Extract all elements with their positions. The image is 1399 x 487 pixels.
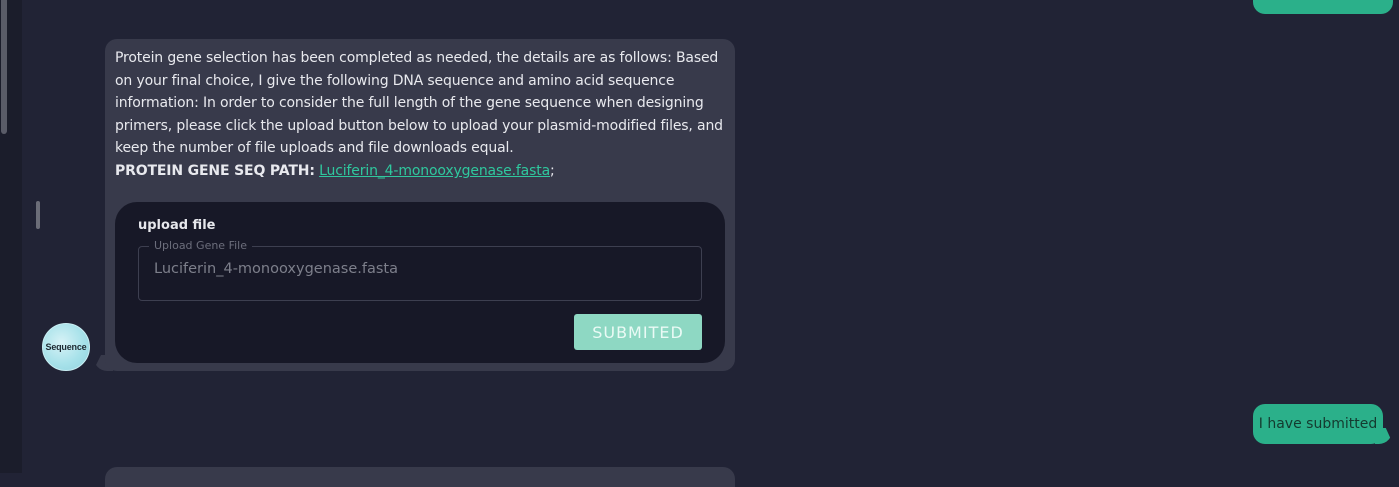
seq-path-suffix: ; xyxy=(550,162,555,179)
next-bot-message-bubble xyxy=(105,467,735,487)
seq-path-download-link[interactable]: Luciferin_4-monooxygenase.fasta xyxy=(319,163,550,179)
bot-message-paragraph: Protein gene selection has been complete… xyxy=(115,50,723,157)
resize-handle[interactable] xyxy=(36,201,40,229)
seq-path-line: PROTEIN GENE SEQ PATH: Luciferin_4-monoo… xyxy=(115,160,727,183)
user-message-text: I have submitted xyxy=(1258,416,1378,432)
previous-user-message-bubble xyxy=(1253,0,1393,14)
submitted-button[interactable]: SUBMITED xyxy=(574,314,702,350)
upload-gene-file-value: Luciferin_4-monooxygenase.fasta xyxy=(154,261,398,277)
left-sidebar-rail xyxy=(0,0,22,473)
upload-card-title: upload file xyxy=(138,218,216,233)
scrollbar-thumb[interactable] xyxy=(1,0,7,134)
avatar: Sequence xyxy=(42,323,90,371)
user-message-bubble: I have submitted xyxy=(1253,404,1383,444)
avatar-label: Sequence xyxy=(45,342,87,352)
bot-message-text: Protein gene selection has been complete… xyxy=(115,47,727,183)
seq-path-label: PROTEIN GENE SEQ PATH: xyxy=(115,162,315,179)
upload-gene-file-legend: Upload Gene File xyxy=(149,239,252,252)
